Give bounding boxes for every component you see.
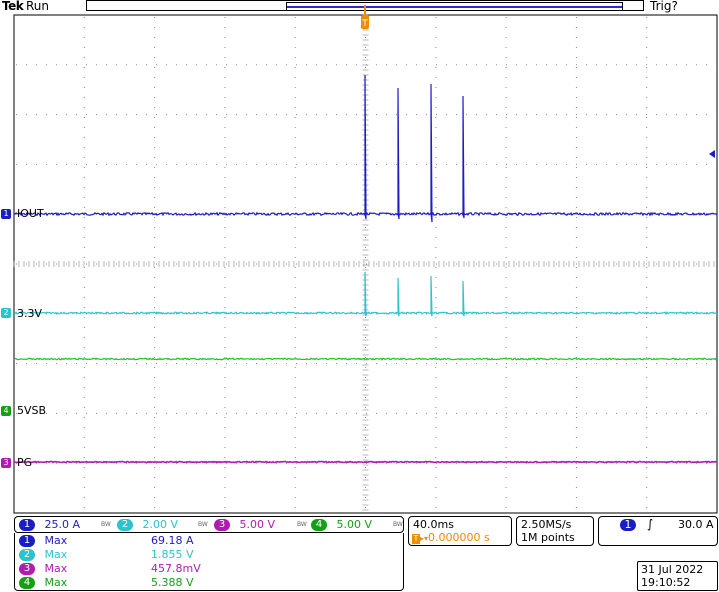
trace-ch1	[13, 74, 718, 223]
ch2-scale-value: 2.00 V	[142, 518, 179, 531]
ch1-bw-icon: BW	[101, 521, 111, 528]
rising-edge-icon: ∫	[647, 517, 654, 531]
trigger-source-badge: 1	[620, 519, 636, 531]
meas2-value: 1.855 V	[151, 548, 194, 561]
measurement-row: 1 Max	[19, 534, 67, 547]
trigger-level-icon[interactable]	[709, 150, 715, 158]
trigger-panel[interactable]: 1 ∫ 30.0 A	[598, 516, 718, 546]
ch2-scale[interactable]: 2 2.00 V	[117, 518, 178, 531]
trace-ch3	[14, 460, 718, 464]
meas3-badge: 3	[19, 563, 35, 575]
ch1-label: IOUT	[17, 207, 44, 220]
meas1-type: Max	[44, 534, 68, 547]
ch4-label: 5VSB	[17, 404, 47, 417]
delay-value: 0.000000 s	[428, 531, 490, 544]
measurement-row: 4 Max	[19, 576, 67, 589]
date-text: 31 Jul 2022	[641, 563, 704, 576]
ch1-scale-value: 25.0 A	[44, 518, 81, 531]
trigger-marker-label: T	[361, 19, 368, 29]
horizontal-panel[interactable]: 40.0ms T ▸▾0.000000 s	[408, 516, 512, 546]
sample-rate: 2.50MS/s	[521, 518, 572, 531]
meas2-type: Max	[44, 548, 68, 561]
ch2-badge: 2	[117, 519, 133, 531]
datetime-panel: 31 Jul 2022 19:10:52	[637, 561, 718, 591]
trigger-position-icon: T	[412, 534, 420, 544]
trace-ch2	[13, 271, 718, 317]
waveform-display[interactable]: T	[0, 0, 719, 520]
trigger-position-marker[interactable]: T	[361, 15, 369, 29]
channel-scale-bar[interactable]: 1 25.0 A BW 2 2.00 V BW 3 5.00 V BW 4 5.…	[14, 516, 404, 533]
ch3-bw-icon: BW	[297, 521, 307, 528]
meas3-value: 457.8mV	[151, 562, 201, 575]
record-length: 1M points	[521, 531, 575, 544]
trigger-delay: T ▸▾0.000000 s	[412, 531, 490, 544]
meas3-type: Max	[44, 562, 68, 575]
trigger-level: 30.0 A	[678, 518, 714, 531]
ch1-ground-marker[interactable]: 1	[1, 209, 11, 219]
trace-ch4	[13, 357, 718, 361]
meas1-badge: 1	[19, 535, 35, 547]
ch4-bw-icon: BW	[393, 521, 403, 528]
meas1-value: 69.18 A	[151, 534, 194, 547]
meas4-badge: 4	[19, 577, 35, 589]
ch1-scale[interactable]: 1 25.0 A	[19, 518, 80, 531]
ch3-scale[interactable]: 3 5.00 V	[214, 518, 275, 531]
ch3-label: PG	[17, 456, 33, 469]
measurement-row: 2 Max	[19, 548, 67, 561]
ch1-badge: 1	[19, 519, 35, 531]
ch2-label: 3.3V	[17, 307, 43, 320]
ch4-scale[interactable]: 4 5.00 V	[311, 518, 372, 531]
measurements-panel[interactable]: 1 Max 69.18 A 2 Max 1.855 V 3 Max 457.8m…	[14, 533, 404, 591]
ch2-bw-icon: BW	[198, 521, 208, 528]
meas4-value: 5.388 V	[151, 576, 194, 589]
timebase-value: 40.0ms	[413, 518, 454, 531]
ch3-badge: 3	[214, 519, 230, 531]
time-text: 19:10:52	[641, 576, 691, 589]
ch4-badge: 4	[311, 519, 327, 531]
ch4-ground-marker[interactable]: 4	[1, 406, 11, 416]
acquisition-panel[interactable]: 2.50MS/s 1M points	[516, 516, 594, 546]
ch4-scale-value: 5.00 V	[336, 518, 373, 531]
trigger-arrow-icon: ▸▾	[420, 534, 429, 543]
ch3-ground-marker[interactable]: 3	[1, 458, 11, 468]
ch3-scale-value: 5.00 V	[239, 518, 276, 531]
meas4-type: Max	[44, 576, 68, 589]
ch2-ground-marker[interactable]: 2	[1, 308, 11, 318]
measurement-row: 3 Max	[19, 562, 67, 575]
meas2-badge: 2	[19, 549, 35, 561]
